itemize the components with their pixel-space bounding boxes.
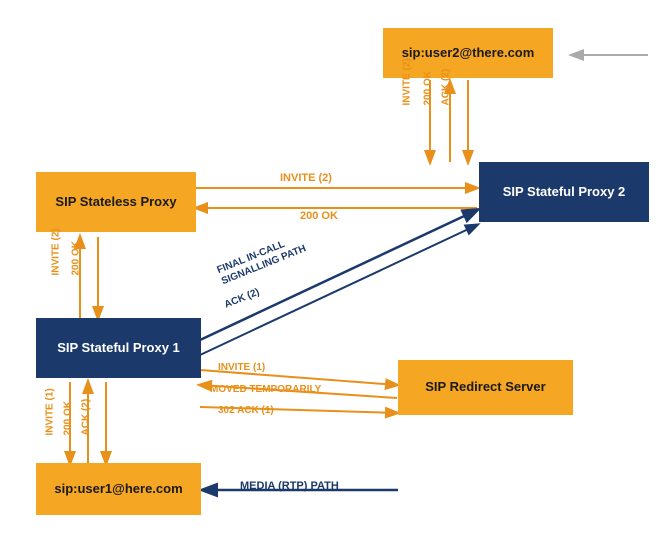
label-ack2-diagonal: ACK (2) [223,287,261,311]
node-redirect: SIP Redirect Server [398,360,573,415]
label-invite2-horiz: INVITE (2) [280,172,332,184]
node-proxy2: SIP Stateful Proxy 2 [479,162,649,222]
label-200ok-vert-user1: 200 OK [63,401,74,435]
label-final-signalling: FINAL IN-CALLSIGNALLING PATH [216,232,309,288]
label-302ack: 302 ACK (1) [218,405,274,416]
label-invite1-vert: INVITE (1) [45,388,56,435]
node-proxy1: SIP Stateful Proxy 1 [36,318,201,378]
node-user1: sip:user1@here.com [36,463,201,515]
node-proxy-stateless: SIP Stateless Proxy [36,172,196,232]
label-200ok-horiz: 200 OK [300,210,338,222]
label-moved-temp: MOVED TEMPORARILY [210,384,321,395]
label-invite2-vert-proxy1: INVITE (2) [51,228,62,275]
label-200ok-vert-proxy1: 200 OK [71,241,82,275]
label-media-rtp: MEDIA (RTP) PATH [240,480,339,492]
label-ack2-vert-user1: ACK (2) [81,399,92,436]
label-invite1-redirect: INVITE (1) [218,362,265,373]
sip-diagram: sip:user2@there.com SIP Stateful Proxy 2… [0,0,666,546]
label-200ok-vert-user2: 200 OK [423,71,434,105]
label-ack2-vert-user2: ACK (2) [441,69,452,106]
label-invite2-vert-user2: INVITE (2) [402,58,413,105]
